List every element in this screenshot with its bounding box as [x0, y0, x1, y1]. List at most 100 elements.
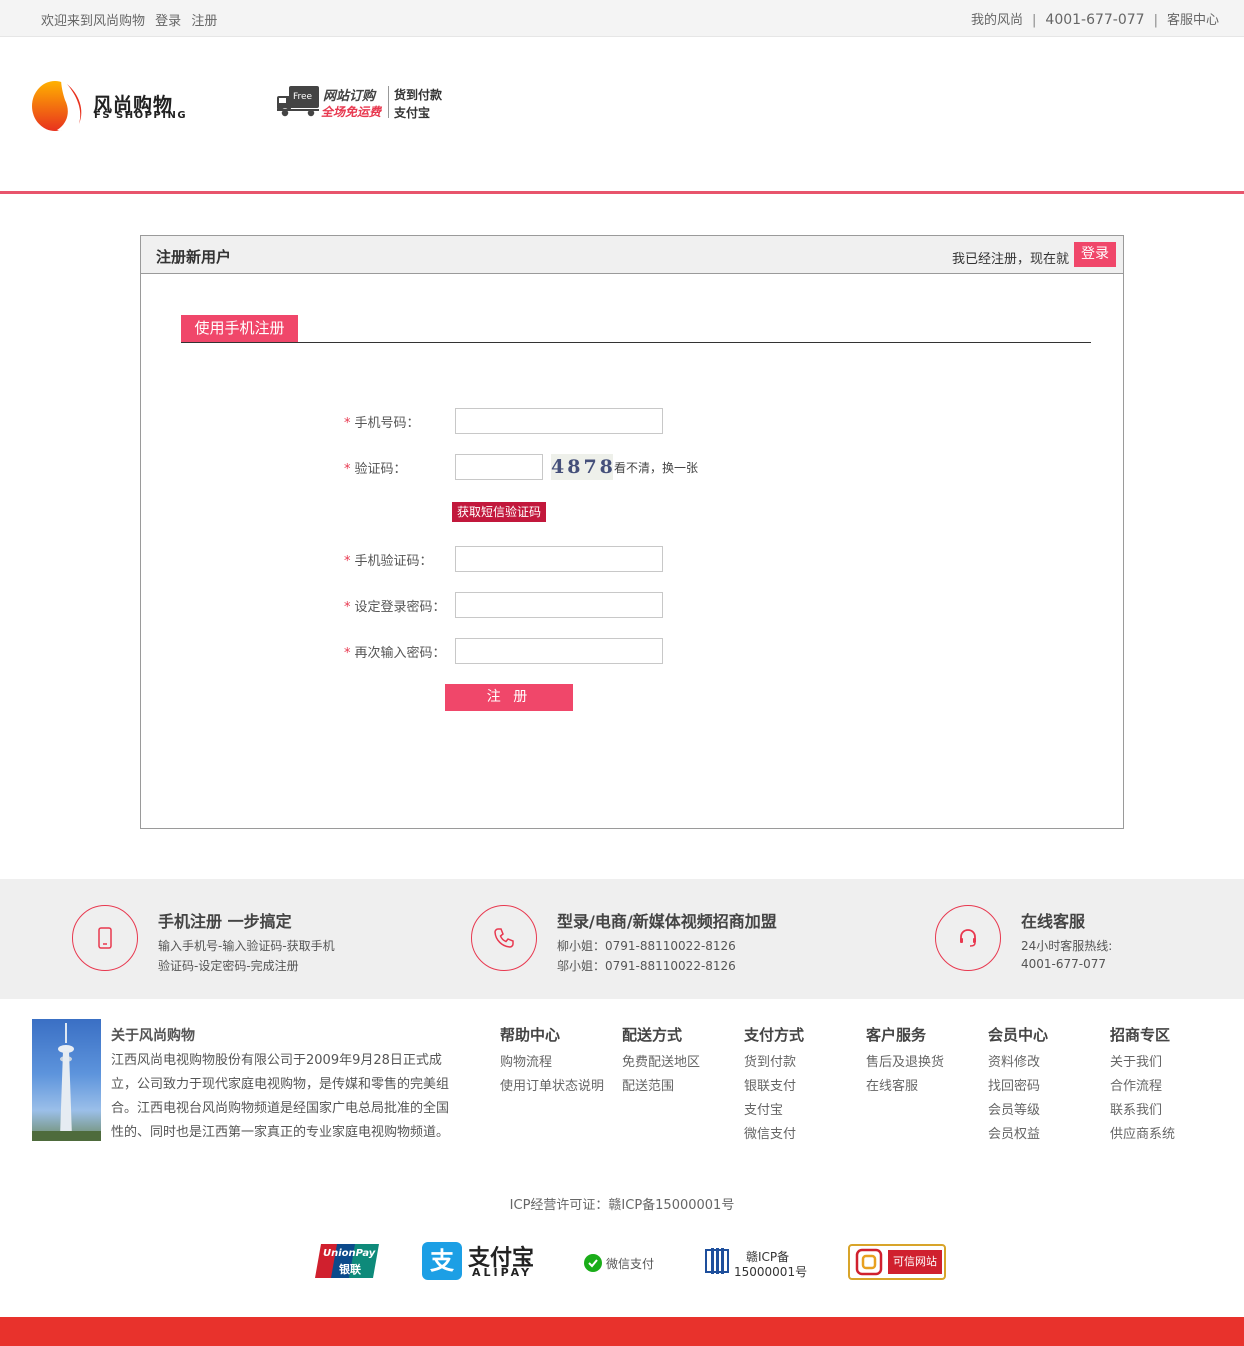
footer-link[interactable]: 免费配送地区 [622, 1051, 700, 1075]
feature-line: 柳小姐：0791-88110022-8126 [557, 939, 736, 953]
refresh-captcha-link[interactable]: 看不清，换一张 [614, 459, 698, 476]
footer-col-title: 客户服务 [866, 1026, 927, 1044]
feature-title: 在线客服 [1021, 912, 1086, 931]
tab-phone-register[interactable]: 使用手机注册 [181, 315, 298, 342]
register-submit-button[interactable]: 注 册 [445, 684, 573, 711]
footer-link[interactable]: 关于我们 [1110, 1051, 1175, 1075]
get-sms-code-button[interactable]: 获取短信验证码 [452, 502, 546, 522]
header-divider [0, 191, 1244, 194]
flame-logo-icon [32, 78, 82, 131]
tower-illustration [32, 1023, 101, 1141]
feature-franchise: 型录/电商/新媒体视频招商加盟 柳小姐：0791-88110022-8126 邬… [471, 905, 831, 975]
footer-link[interactable]: 合作流程 [1110, 1075, 1175, 1099]
phone-icon [494, 928, 514, 948]
tv-tower-image [32, 1019, 101, 1141]
feature-online-service: 在线客服 24小时客服热线: 4001-677-077 [935, 905, 1195, 975]
unionpay-text: UnionPay [323, 1248, 376, 1259]
footer-link[interactable]: 微信支付 [744, 1123, 804, 1147]
about-text: 江西风尚电视购物股份有限公司于2009年9月28日正式成立，公司致力于现代家庭电… [111, 1053, 450, 1140]
feature-line: 邬小姐：0791-88110022-8126 [557, 959, 736, 973]
required-star: * [344, 462, 351, 477]
footer-col-title: 配送方式 [622, 1026, 683, 1044]
login-button[interactable]: 登录 [1074, 242, 1116, 267]
already-registered-text: 我已经注册，现在就 [951, 252, 1069, 267]
top-bar-right: 我的风尚 | 4001-677-077 | 客服中心 [971, 9, 1219, 28]
unionpay-badge[interactable]: UnionPay 银联 [315, 1242, 379, 1282]
headset-icon [960, 929, 976, 947]
bottom-bar [0, 1317, 1244, 1346]
footer-col-customer-service: 客户服务 售后及退换货 在线客服 [866, 1024, 944, 1099]
footer-col-payment: 支付方式 货到付款 银联支付 支付宝 微信支付 [744, 1024, 804, 1147]
logo-subtext: FS SHOPPING [94, 110, 188, 121]
footer-link[interactable]: 资料修改 [988, 1051, 1048, 1075]
feature-line: 输入手机号-输入验证码-获取手机 [158, 939, 335, 953]
feature-line: 4001-677-077 [1021, 957, 1107, 971]
feature-line: 验证码-设定密码-完成注册 [158, 959, 299, 973]
sms-code-label: * 手机验证码： [344, 550, 433, 569]
feature-phone-register: 手机注册 一步搞定 输入手机号-输入验证码-获取手机 验证码-设定密码-完成注册 [72, 905, 372, 975]
footer-link[interactable]: 支付宝 [744, 1099, 804, 1123]
tab-underline [181, 342, 1091, 343]
promo-free-shipping: 全场免运费 [321, 105, 382, 119]
password-input[interactable] [455, 592, 663, 618]
separator: | [1032, 13, 1037, 28]
footer-link[interactable]: 购物流程 [500, 1051, 604, 1075]
gov-emblem-icon [705, 1248, 729, 1274]
feature-band: 手机注册 一步搞定 输入手机号-输入验证码-获取手机 验证码-设定密码-完成注册… [0, 879, 1244, 999]
footer-link[interactable]: 联系我们 [1110, 1099, 1175, 1123]
icp-badge-line2: 15000001号 [734, 1265, 808, 1279]
unionpay-cn-text: 银联 [339, 1263, 361, 1276]
service-center-link[interactable]: 客服中心 [1167, 13, 1219, 28]
separator: | [1153, 13, 1158, 28]
footer-link[interactable]: 售后及退换货 [866, 1051, 944, 1075]
wechat-pay-text: 微信支付 [606, 1257, 655, 1271]
footer-link[interactable]: 供应商系统 [1110, 1123, 1175, 1147]
register-panel: 注册新用户 我已经注册，现在就 登录 使用手机注册 * 手机号码： * 验证码： 4… [140, 235, 1124, 829]
password-again-input[interactable] [455, 638, 663, 664]
footer-col-member: 会员中心 资料修改 找回密码 会员等级 会员权益 [988, 1024, 1048, 1147]
captcha-label: * 验证码： [344, 458, 407, 477]
footer-link[interactable]: 使用订单状态说明 [500, 1075, 604, 1099]
promo-alipay: 支付宝 [394, 106, 431, 120]
top-register-link[interactable]: 注册 [191, 14, 217, 29]
required-star: * [344, 554, 351, 569]
footer-link[interactable]: 配送范围 [622, 1075, 700, 1099]
required-star: * [344, 646, 351, 661]
password-label-text: 设定登录密码： [354, 600, 446, 615]
footer-link[interactable]: 会员等级 [988, 1099, 1048, 1123]
wechat-pay-badge[interactable]: 微信支付 [584, 1242, 664, 1282]
footer-link[interactable]: 找回密码 [988, 1075, 1048, 1099]
phone-input[interactable] [455, 408, 663, 434]
promo-cod: 货到付款 [394, 88, 443, 102]
footer-col-title: 会员中心 [988, 1026, 1049, 1044]
feature-circle [471, 905, 537, 971]
trusted-site-text: 可信网站 [888, 1250, 942, 1274]
top-login-link[interactable]: 登录 [155, 14, 181, 29]
my-account-link[interactable]: 我的风尚 [971, 13, 1023, 28]
required-star: * [344, 600, 351, 615]
footer-link[interactable]: 银联支付 [744, 1075, 804, 1099]
footer-col-title: 招商专区 [1110, 1026, 1171, 1044]
register-panel-header: 注册新用户 我已经注册，现在就 登录 [141, 236, 1123, 274]
footer-link[interactable]: 货到付款 [744, 1051, 804, 1075]
icp-badge[interactable]: 赣ICP备 15000001号 [704, 1242, 814, 1282]
footer-col-title: 帮助中心 [500, 1026, 561, 1044]
captcha-input[interactable] [455, 454, 543, 480]
password-again-label: * 再次输入密码： [344, 642, 446, 661]
top-bar-left: 欢迎来到风尚购物 登录 注册 [41, 10, 223, 29]
footer-link[interactable]: 会员权益 [988, 1123, 1048, 1147]
sms-code-input[interactable] [455, 546, 663, 572]
footer-link[interactable]: 在线客服 [866, 1075, 944, 1099]
register-title: 注册新用户 [156, 248, 232, 266]
alipay-badge[interactable]: 支 支付宝 ALIPAY [422, 1242, 542, 1282]
captcha-image[interactable]: 4878 [551, 454, 613, 480]
password-label: * 设定登录密码： [344, 596, 446, 615]
truck-icon [277, 86, 319, 118]
footer-col-business: 招商专区 关于我们 合作流程 联系我们 供应商系统 [1110, 1024, 1175, 1147]
phone-label: * 手机号码： [344, 412, 420, 431]
trusted-site-badge[interactable]: 可信网站 [848, 1242, 946, 1282]
about-title: 关于风尚购物 [111, 1028, 195, 1044]
phone-label-text: 手机号码： [354, 416, 420, 431]
feature-circle [72, 905, 138, 971]
footer-col-help: 帮助中心 购物流程 使用订单状态说明 [500, 1024, 604, 1099]
